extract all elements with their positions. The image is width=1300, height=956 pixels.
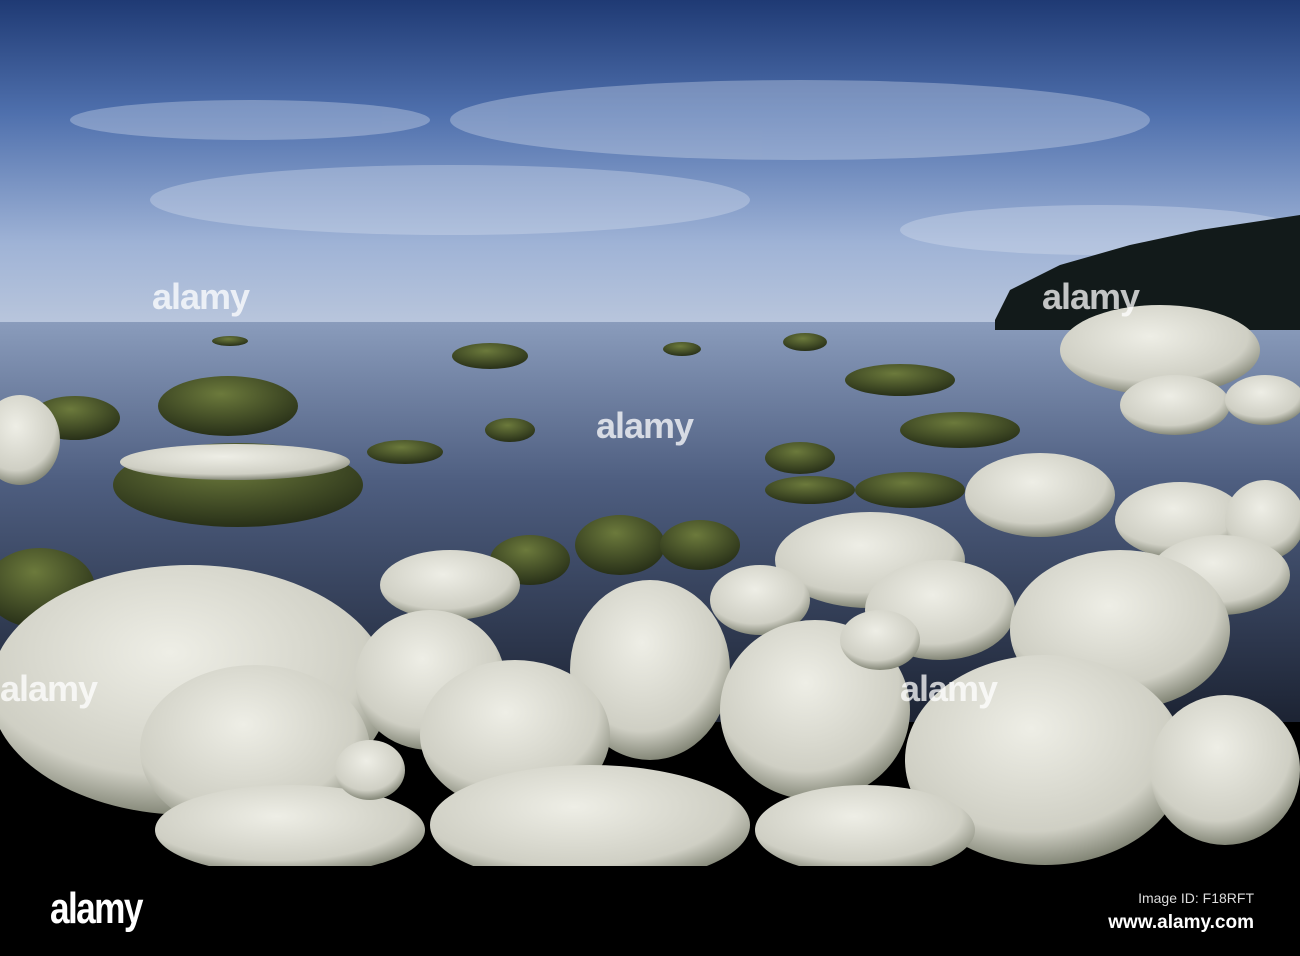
footer-bar: alamy Image ID: F18RFT www.alamy.com	[0, 866, 1300, 956]
alamy-logo: alamy	[50, 884, 143, 933]
watermark: alamy	[596, 405, 694, 446]
watermark: alamy	[900, 668, 998, 709]
watermark: alamy	[0, 668, 98, 709]
site-url: www.alamy.com	[1108, 912, 1254, 933]
watermark: alamy	[152, 276, 250, 317]
watermark: alamy	[1042, 276, 1140, 317]
image-id: Image ID: F18RFT	[1138, 890, 1254, 906]
